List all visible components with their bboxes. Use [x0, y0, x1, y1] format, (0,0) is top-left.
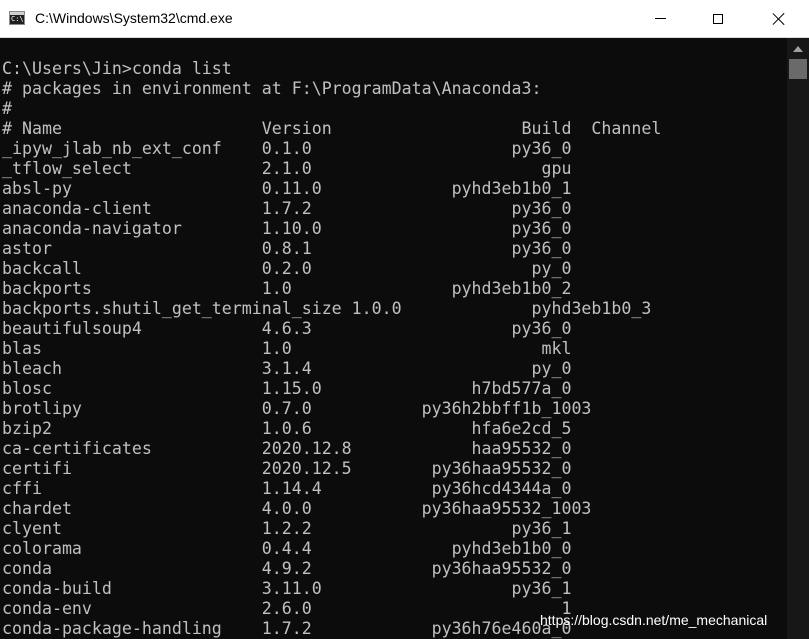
console-line: bzip2 1.0.6 hfa6e2cd_5 [2, 419, 572, 438]
scrollbar-thumb[interactable] [789, 59, 807, 79]
console-line: backports 1.0 pyhd3eb1b0_2 [2, 279, 572, 298]
console-line: # packages in environment at F:\ProgramD… [2, 79, 542, 98]
close-icon [773, 13, 785, 25]
title-bar[interactable]: C:\ C:\Windows\System32\cmd.exe [0, 0, 809, 38]
cmd-icon[interactable]: C:\ [9, 11, 25, 25]
console-output[interactable]: C:\Users\Jin>conda list # packages in env… [0, 38, 787, 639]
console-line: brotlipy 0.7.0 py36h2bbff1b_1003 [2, 399, 592, 418]
console-line: blosc 1.15.0 h7bd577a_0 [2, 379, 572, 398]
close-button[interactable] [749, 0, 809, 37]
console-line: # Name Version Build Channel [2, 119, 662, 138]
console-line: anaconda-client 1.7.2 py36_0 [2, 199, 572, 218]
console-line: clyent 1.2.2 py36_1 [2, 519, 572, 538]
minimize-icon [654, 18, 666, 19]
console-line: blas 1.0 mkl [2, 339, 572, 358]
console-line: astor 0.8.1 py36_0 [2, 239, 572, 258]
watermark: https://blog.csdn.net/me_mechanical [540, 612, 768, 628]
console-line: backcall 0.2.0 py_0 [2, 259, 572, 278]
console-line: colorama 0.4.4 pyhd3eb1b0_0 [2, 539, 572, 558]
console-line: absl-py 0.11.0 pyhd3eb1b0_1 [2, 179, 572, 198]
console-line: chardet 4.0.0 py36haa95532_1003 [2, 499, 592, 518]
maximize-icon [713, 13, 723, 24]
scroll-up-arrow-icon[interactable] [793, 46, 803, 52]
console-line: _ipyw_jlab_nb_ext_conf 0.1.0 py36_0 [2, 139, 572, 158]
window-title: C:\Windows\System32\cmd.exe [35, 10, 233, 26]
console-line: cffi 1.14.4 py36hcd4344a_0 [2, 479, 572, 498]
console-line: certifi 2020.12.5 py36haa95532_0 [2, 459, 572, 478]
console-line: backports.shutil_get_terminal_size 1.0.0… [2, 299, 652, 318]
minimize-button[interactable] [631, 0, 689, 37]
console-line: _tflow_select 2.1.0 gpu [2, 159, 572, 178]
console-line: anaconda-navigator 1.10.0 py36_0 [2, 219, 572, 238]
console-line: beautifulsoup4 4.6.3 py36_0 [2, 319, 572, 338]
console-line: conda-env 2.6.0 1 [2, 599, 572, 618]
console-line: # [2, 99, 12, 118]
console-line: conda-package-handling 1.7.2 py36h76e460… [2, 619, 572, 638]
maximize-button[interactable] [689, 0, 747, 37]
console-line: C:\Users\Jin>conda list [2, 59, 232, 78]
console-line: conda 4.9.2 py36haa95532_0 [2, 559, 572, 578]
vertical-scrollbar[interactable] [787, 38, 809, 639]
console-line: bleach 3.1.4 py_0 [2, 359, 572, 378]
console-line: ca-certificates 2020.12.8 haa95532_0 [2, 439, 572, 458]
console-line: conda-build 3.11.0 py36_1 [2, 579, 572, 598]
